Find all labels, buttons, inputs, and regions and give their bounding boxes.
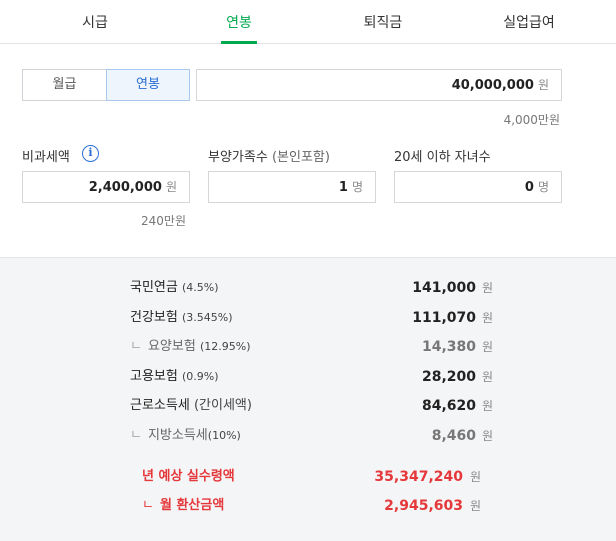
salary-input[interactable]: 40,000,000 원 <box>196 69 562 101</box>
deduction-amount: 141,000 <box>412 280 476 296</box>
deduction-name: 건강보험 (3.545%) <box>130 306 233 330</box>
deduction-row: ㄴ 요양보험 (12.95%) 14,380 원 <box>0 335 616 359</box>
dependents-input[interactable]: 1명 <box>208 171 376 203</box>
deduction-amount: 14,380 <box>421 339 476 355</box>
deduction-name: 고용보험 (0.9%) <box>130 365 219 389</box>
deduction-row: ㄴ 지방소득세(10%) 8,460 원 <box>0 424 616 448</box>
non-taxable-label: 비과세액 <box>22 150 70 165</box>
deduction-rate: (4.5%) <box>181 281 219 294</box>
dependents-label-main: 부양가족수 <box>208 150 268 165</box>
sub-item-branch-icon: ㄴ <box>142 498 154 513</box>
salary-value: 40,000,000 <box>451 78 534 93</box>
deduction-label: 건강보험 <box>130 310 178 325</box>
sub-item-branch-icon: ㄴ <box>130 428 142 443</box>
deduction-name: 근로소득세 (간이세액) <box>130 394 252 418</box>
net-monthly-label: ㄴ 월 환산금액 <box>142 494 224 518</box>
deduction-label: 국민연금 <box>130 280 178 295</box>
net-annual-label: 년 예상 실수령액 <box>142 469 235 484</box>
non-taxable-value: 2,400,000 <box>88 180 162 195</box>
children-label: 20세 이하 자녀수 <box>394 150 491 165</box>
deduction-unit: 원 <box>482 281 494 295</box>
salary-unit: 원 <box>537 78 549 92</box>
deduction-rate: (12.95%) <box>199 340 251 353</box>
children-input[interactable]: 0명 <box>394 171 562 203</box>
deduction-unit: 원 <box>482 340 494 354</box>
deduction-label: 고용보험 <box>130 369 178 384</box>
tab-unemployment[interactable]: 실업급여 <box>469 0 589 44</box>
deduction-rate: (간이세액) <box>193 398 252 413</box>
deduction-row: 근로소득세 (간이세액) 84,620 원 <box>0 394 616 418</box>
net-annual-unit: 원 <box>470 470 482 484</box>
annual-button[interactable]: 연봉 <box>106 69 190 101</box>
monthly-button[interactable]: 월급 <box>22 69 106 101</box>
dependents-value: 1 <box>338 180 348 195</box>
net-annual-row: 년 예상 실수령액 35,347,240 원 <box>0 465 616 489</box>
deduction-unit: 원 <box>482 399 494 413</box>
deduction-row: 건강보험 (3.545%) 111,070 원 <box>0 306 616 330</box>
deduction-unit: 원 <box>482 370 494 384</box>
net-monthly-amount: 2,945,603 <box>384 498 463 514</box>
deduction-row: 고용보험 (0.9%) 28,200 원 <box>0 365 616 389</box>
deduction-amount: 84,620 <box>421 398 476 414</box>
tab-severance[interactable]: 퇴직금 <box>323 0 443 44</box>
active-tab-indicator <box>221 41 257 44</box>
net-monthly-label-text: 월 환산금액 <box>159 498 225 513</box>
non-taxable-hint: 240만원 <box>141 214 186 228</box>
tab-hourly[interactable]: 시급 <box>35 0 155 44</box>
dependents-label: 부양가족수 (본인포함) <box>208 146 330 165</box>
deduction-amount: 111,070 <box>412 310 476 326</box>
deduction-rate: (10%) <box>207 429 241 442</box>
deduction-unit: 원 <box>482 311 494 325</box>
children-unit: 명 <box>537 180 549 194</box>
children-value: 0 <box>524 180 534 195</box>
sub-item-branch-icon: ㄴ <box>130 339 142 354</box>
net-annual-amount: 35,347,240 <box>374 469 463 485</box>
non-taxable-input[interactable]: 2,400,000 원 <box>22 171 190 203</box>
deduction-name: ㄴ 지방소득세(10%) <box>130 424 241 448</box>
dependents-label-sub: (본인포함) <box>271 150 330 165</box>
deduction-label: 근로소득세 <box>130 398 190 413</box>
calculator-tabs: 시급 연봉 퇴직금 실업급여 <box>0 0 616 44</box>
deduction-amount: 8,460 <box>431 428 476 444</box>
deduction-rate: (0.9%) <box>181 370 219 383</box>
net-monthly-unit: 원 <box>470 499 482 513</box>
deduction-label: 지방소득세 <box>147 428 208 443</box>
dependents-unit: 명 <box>351 180 363 194</box>
net-monthly-row: ㄴ 월 환산금액 2,945,603 원 <box>0 494 616 518</box>
salary-hint: 4,000만원 <box>503 113 560 127</box>
deduction-name: ㄴ 요양보험 (12.95%) <box>130 335 250 359</box>
deduction-label: 요양보험 <box>147 339 196 354</box>
result-panel: 국민연금 (4.5%) 141,000 원 건강보험 (3.545%) 111,… <box>0 257 616 541</box>
non-taxable-unit: 원 <box>165 180 177 194</box>
deduction-row: 국민연금 (4.5%) 141,000 원 <box>0 276 616 300</box>
salary-type-toggle: 월급 연봉 <box>22 69 190 101</box>
info-icon[interactable]: i <box>82 145 99 162</box>
deduction-name: 국민연금 (4.5%) <box>130 276 219 300</box>
deduction-amount: 28,200 <box>421 369 476 385</box>
deduction-unit: 원 <box>482 429 494 443</box>
tab-annual[interactable]: 연봉 <box>179 0 299 44</box>
deduction-rate: (3.545%) <box>181 311 233 324</box>
